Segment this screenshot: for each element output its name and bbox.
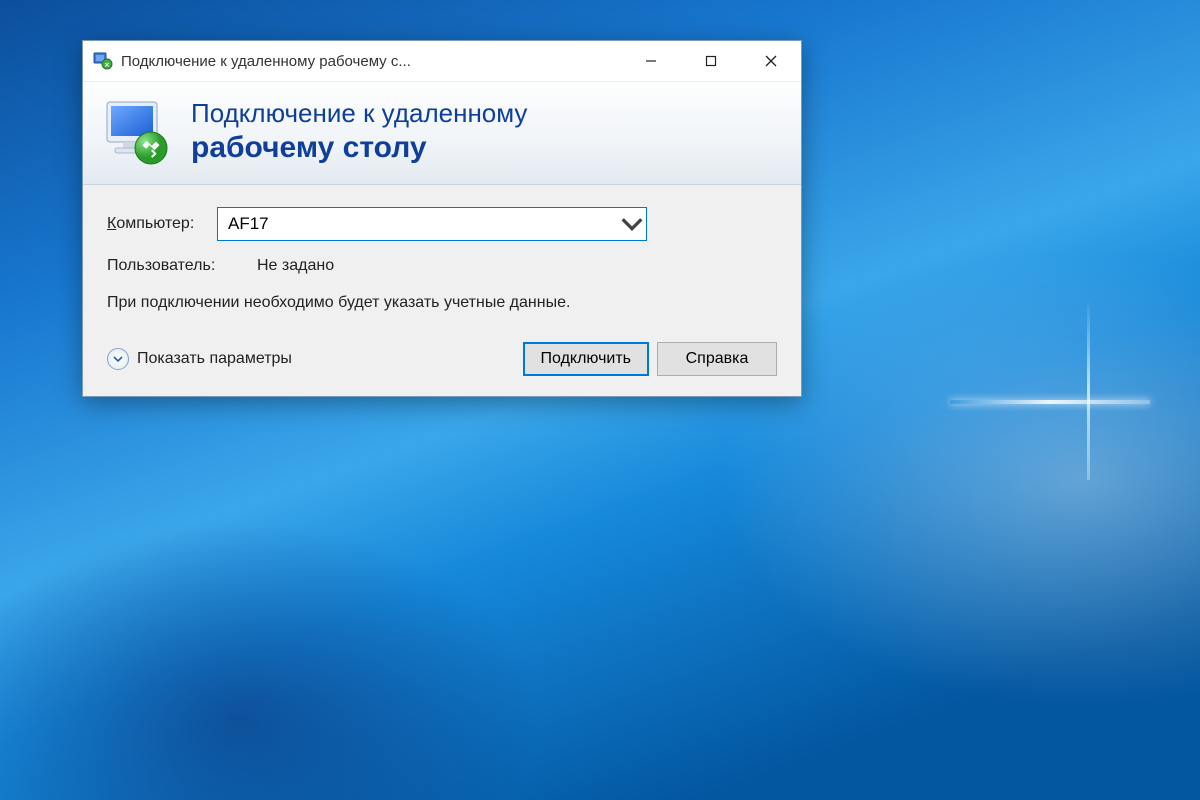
header-line1: Подключение к удаленному [191, 98, 527, 129]
connect-button[interactable]: Подключить [523, 342, 649, 376]
credentials-hint: При подключении необходимо будет указать… [107, 291, 777, 314]
minimize-button[interactable] [621, 41, 681, 81]
light-effect [1087, 300, 1090, 480]
titlebar[interactable]: Подключение к удаленному рабочему с... [83, 41, 801, 81]
maximize-button[interactable] [681, 41, 741, 81]
light-effect [950, 400, 1150, 404]
computer-row: Компьютер: [107, 207, 777, 241]
window-controls [621, 41, 801, 81]
header-line2: рабочему столу [191, 130, 527, 166]
user-label: Пользователь: [107, 257, 257, 275]
computer-label: Компьютер: [107, 215, 217, 233]
footer-row: Показать параметры Подключить Справка [107, 342, 777, 376]
show-options-link[interactable]: Показать параметры [137, 350, 292, 368]
chevron-down-icon[interactable] [618, 208, 646, 240]
rdp-large-icon [101, 96, 173, 168]
header-text: Подключение к удаленному рабочему столу [191, 98, 527, 165]
user-value: Не задано [257, 257, 334, 275]
computer-combobox[interactable] [217, 207, 647, 241]
rdp-app-icon [93, 51, 113, 71]
user-row: Пользователь: Не задано [107, 257, 777, 275]
close-button[interactable] [741, 41, 801, 81]
rdp-dialog: Подключение к удаленному рабочему с... [82, 40, 802, 397]
computer-input[interactable] [218, 208, 618, 240]
help-button[interactable]: Справка [657, 342, 777, 376]
dialog-body: Компьютер: Пользователь: Не задано При п… [83, 185, 801, 396]
expand-chevron-icon[interactable] [107, 348, 129, 370]
window-title: Подключение к удаленному рабочему с... [121, 53, 621, 70]
dialog-header: Подключение к удаленному рабочему столу [83, 81, 801, 185]
